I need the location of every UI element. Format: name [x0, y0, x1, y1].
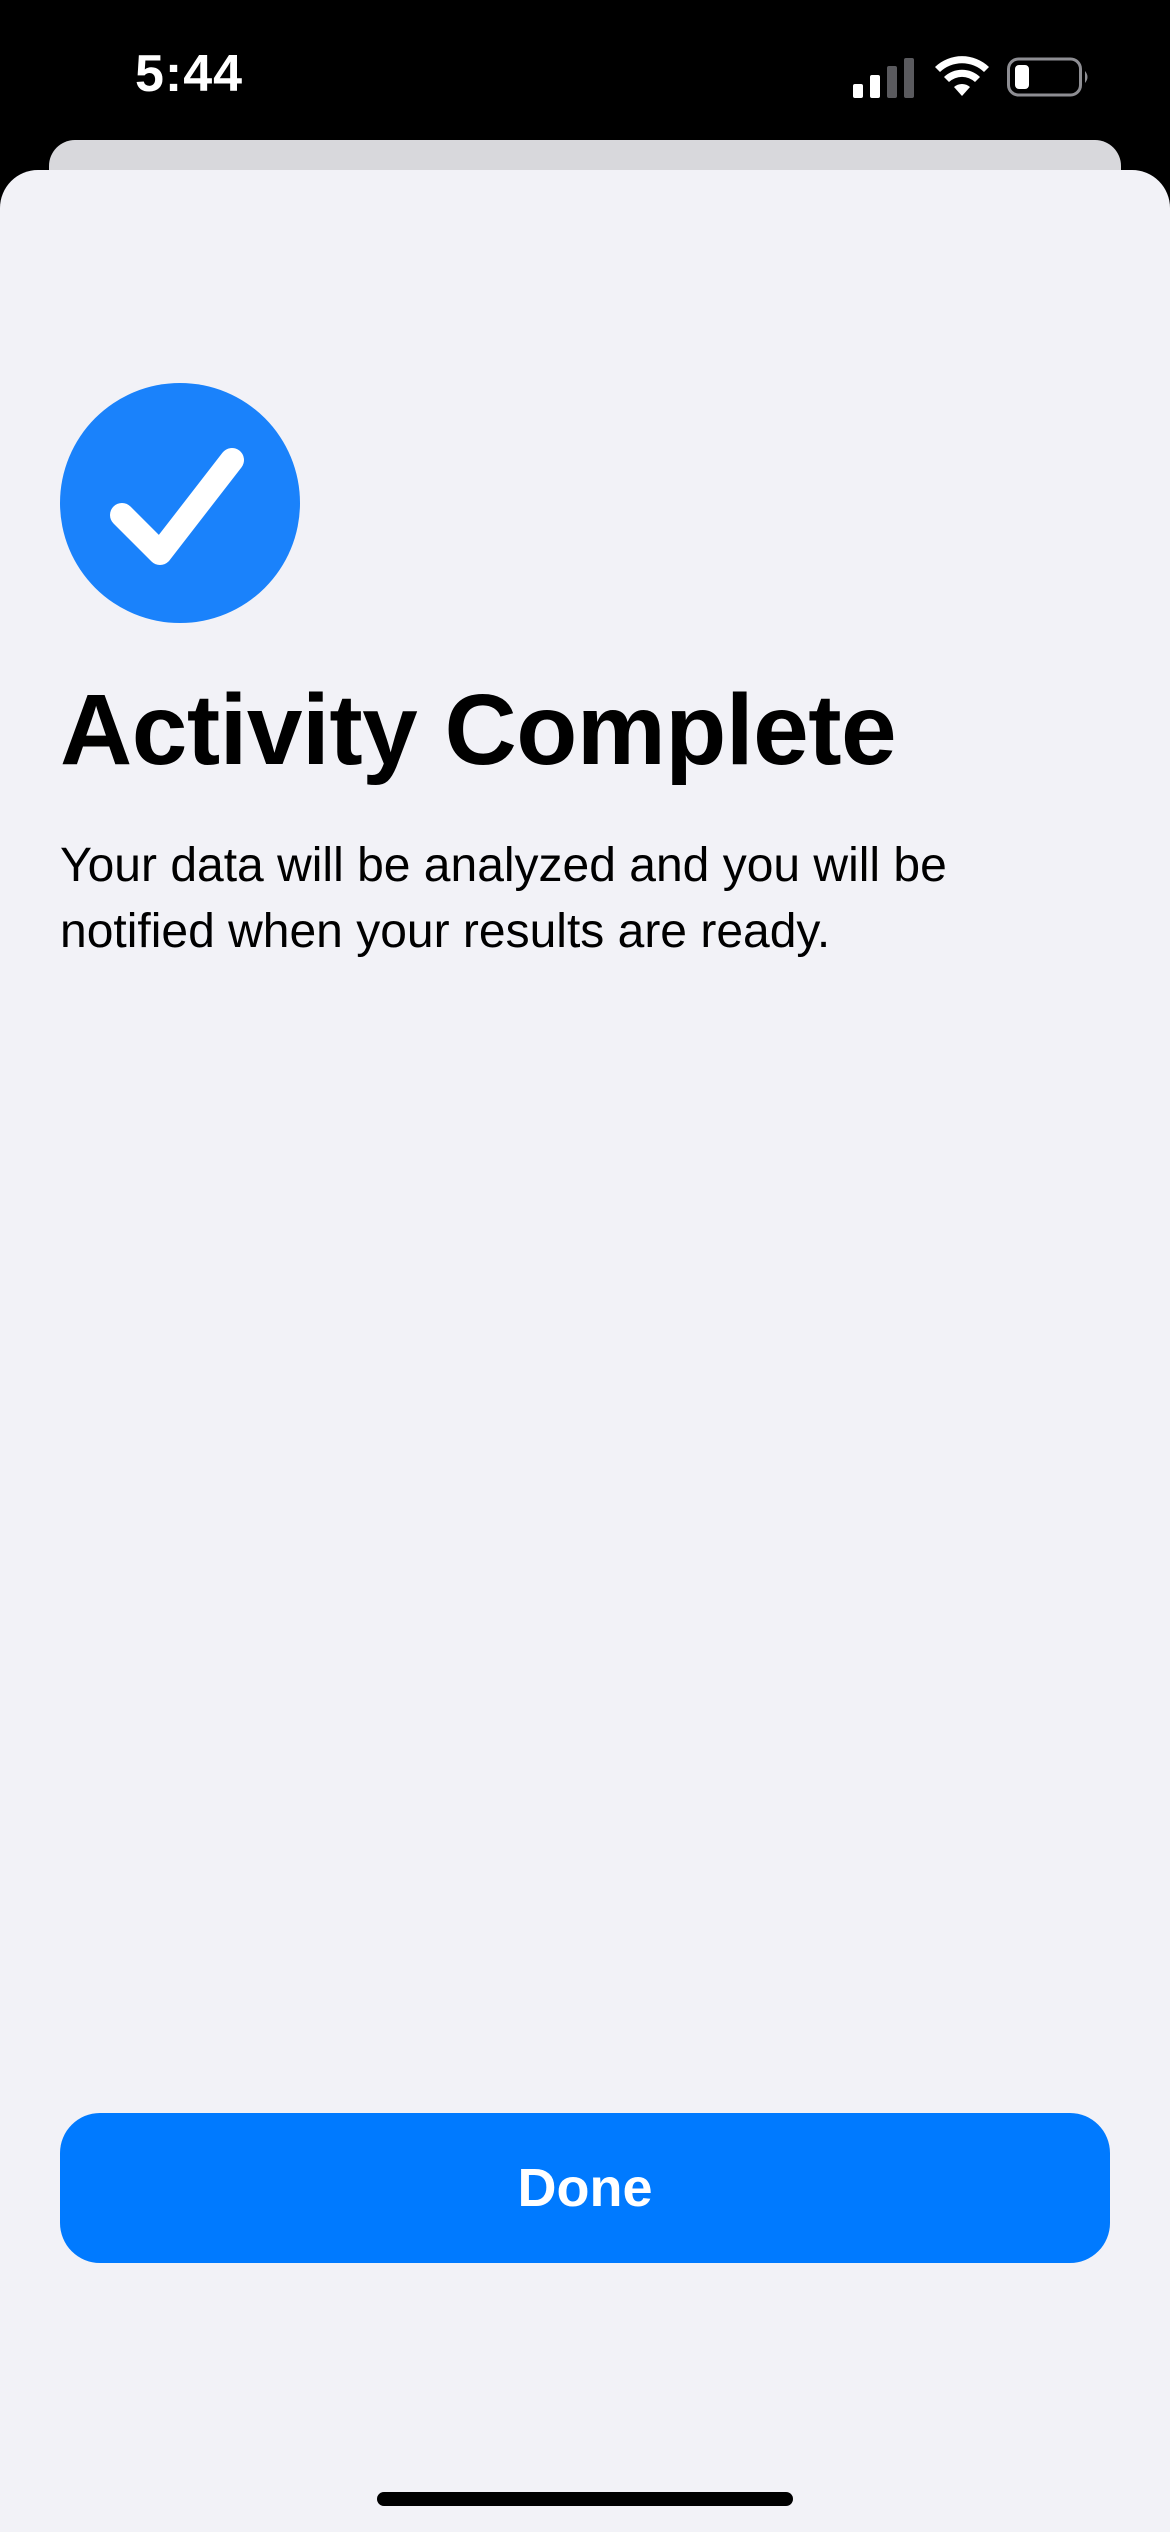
completion-sheet: Activity Complete Your data will be anal… [0, 170, 1170, 2532]
home-indicator[interactable] [377, 2492, 793, 2506]
page-title: Activity Complete [60, 674, 897, 786]
done-button[interactable]: Done [60, 2113, 1110, 2263]
cellular-signal-icon [853, 58, 914, 98]
screen: 5:44 Activity Complete Your data will be… [0, 0, 1170, 2532]
description-text: Your data will be analyzed and you will … [60, 839, 947, 958]
battery-icon [1007, 57, 1088, 97]
checkmark-icon [110, 448, 244, 565]
status-time: 5:44 [135, 45, 244, 103]
checkmark-circle-icon [60, 383, 300, 623]
status-bar: 5:44 [0, 0, 1170, 150]
wifi-icon [935, 56, 989, 96]
